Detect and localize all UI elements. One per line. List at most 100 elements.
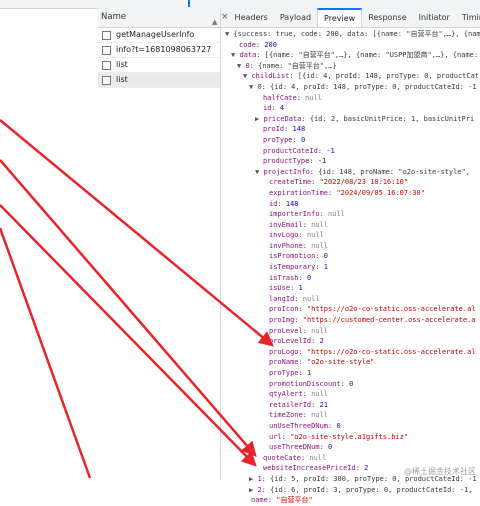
- json-line-text: proId: 148: [263, 125, 306, 134]
- close-icon[interactable]: ×: [221, 8, 229, 27]
- tab-headers[interactable]: Headers: [229, 9, 274, 27]
- json-line: expirationTime: "2024/09/05 16:07:30": [221, 188, 480, 199]
- json-line-text: projectInfo: {id: 148, proName: "o2o-sit…: [263, 167, 470, 176]
- name-header-label: Name: [101, 12, 127, 22]
- request-row[interactable]: list: [98, 58, 220, 73]
- json-line-text: langId: null: [269, 294, 320, 303]
- detail-tabbar: × Headers Payload Preview Response Initiator…: [221, 8, 480, 28]
- json-line-text: proLevelId: 2: [269, 337, 324, 346]
- tab-response[interactable]: Response: [362, 9, 412, 27]
- json-line: id: 4: [221, 103, 480, 114]
- json-line-text: code: 200: [239, 40, 277, 49]
- json-line-text: invPhone: null: [269, 241, 329, 250]
- json-line: createTime: "2022/08/23 10:16:10": [221, 177, 480, 188]
- request-label: list: [116, 75, 128, 84]
- watermark-text: @稀土掘金技术社区: [404, 467, 476, 476]
- tab-preview[interactable]: Preview: [317, 8, 363, 27]
- request-checkbox[interactable]: [102, 60, 111, 70]
- json-line: proIcon: "https://o2o-co-static.oss-acce…: [221, 304, 480, 315]
- json-line: invLogo: null: [221, 230, 480, 241]
- json-line-text: childList: [{id: 4, proId: 148, proType:…: [251, 72, 480, 81]
- json-line: qtyAlert: null: [221, 389, 480, 400]
- json-line[interactable]: ▶ 2: {id: 6, proId: 3, proType: 0, produ…: [221, 485, 480, 496]
- tab-initiator[interactable]: Initiator: [413, 9, 456, 27]
- json-line-text: productCateId: -1: [263, 146, 335, 155]
- json-line: productCateId: -1: [221, 146, 480, 157]
- json-line: proImg: "https://customed-center.oss-acc…: [221, 315, 480, 326]
- json-line-text: proImg: "https://customed-center.oss-acc…: [269, 316, 476, 325]
- json-line: isUse: 1: [221, 283, 480, 294]
- left-blank-area: [0, 0, 98, 480]
- json-line-text: quoteCate: null: [263, 453, 327, 462]
- request-checkbox[interactable]: [102, 45, 111, 55]
- tab-list: Headers Payload Preview Response Initiator Ti…: [229, 8, 480, 27]
- request-row[interactable]: list: [98, 73, 220, 88]
- json-line-text: invEmail: null: [269, 220, 329, 229]
- json-line-text: proName: "o2o-site-style": [269, 358, 375, 367]
- json-line[interactable]: ▼ {success: true, code: 200, data: [{nam…: [221, 29, 480, 40]
- json-line-text: timeZone: null: [269, 411, 329, 420]
- json-line-text: proType: 1: [269, 369, 312, 377]
- json-line-text: id: 4: [263, 104, 285, 113]
- request-row[interactable]: getManageUserInfo: [98, 28, 220, 43]
- json-line: proType: 1: [221, 368, 480, 379]
- tab-payload[interactable]: Payload: [274, 9, 317, 27]
- json-line: name: "自营平台": [221, 495, 480, 506]
- json-line-text: isPromotion: 0: [269, 252, 329, 261]
- expand-right-icon[interactable]: ▶: [249, 486, 257, 494]
- json-line: useThreeDNum: 0: [221, 442, 480, 453]
- json-line: importerInfo: null: [221, 209, 480, 220]
- json-line: isTemporary: 1: [221, 262, 480, 273]
- json-line: proType: 0: [221, 135, 480, 146]
- json-line-text: qtyAlert: null: [269, 390, 329, 399]
- request-checkbox[interactable]: [102, 30, 111, 40]
- json-line-text: promotionDiscount: 0: [269, 379, 354, 388]
- json-line: code: 200: [221, 40, 480, 51]
- json-line[interactable]: ▶ priceData: {id: 2, basicUnitPrice: 1, …: [221, 114, 480, 125]
- json-line: proLogo: "https://o2o-co-static.oss-acce…: [221, 347, 480, 358]
- request-row[interactable]: info?t=1681098063727: [98, 43, 220, 58]
- json-line-text: websiteIncreasePriceId: 2: [263, 464, 369, 473]
- json-line: id: 148: [221, 199, 480, 210]
- json-line-text: priceData: {id: 2, basicUnitPrice: 1, ba…: [263, 114, 475, 123]
- json-line: unUseThreeDNum: 0: [221, 421, 480, 432]
- json-line-text: importerInfo: null: [269, 210, 345, 219]
- json-line-text: invLogo: null: [269, 231, 324, 240]
- json-line-text: proIcon: "https://o2o-co-static.oss-acce…: [269, 305, 476, 314]
- json-line-text: data: [{name: "自营平台",…}, {name: "USPP加盟商…: [239, 51, 479, 60]
- json-line[interactable]: ▼ projectInfo: {id: 148, proName: "o2o-s…: [221, 167, 480, 178]
- json-line-text: id: 148: [269, 199, 299, 208]
- json-line[interactable]: ▼ 0: {id: 4, proId: 148, proType: 0, pro…: [221, 82, 480, 93]
- json-line-text: expirationTime: "2024/09/05 16:07:30": [269, 188, 425, 197]
- json-line: retailerId: 21: [221, 400, 480, 411]
- json-line-text: proType: 0: [263, 135, 306, 144]
- json-line-text: proLevel: null: [269, 326, 329, 335]
- json-line-text: unUseThreeDNum: 0: [269, 421, 341, 430]
- json-line[interactable]: ▼ data: [{name: "自营平台",…}, {name: "USPP加…: [221, 50, 480, 61]
- json-line: proLevel: null: [221, 326, 480, 337]
- request-label: list: [116, 60, 128, 69]
- json-line-text: {success: true, code: 200, data: [{name:…: [233, 30, 480, 38]
- json-line: promotionDiscount: 0: [221, 379, 480, 390]
- json-line: productType: -1: [221, 156, 480, 167]
- json-line: url: "o2o-site-style.a1gifts.biz": [221, 432, 480, 443]
- json-line: quoteCate: null: [221, 453, 480, 464]
- json-line-text: proLogo: "https://o2o-co-static.oss-acce…: [269, 347, 476, 356]
- scroll-up-icon[interactable]: ▲: [212, 13, 218, 26]
- json-line[interactable]: ▼ childList: [{id: 4, proId: 148, proTyp…: [221, 71, 480, 82]
- json-line-text: isTemporary: 1: [269, 263, 329, 272]
- json-line: isTrash: 0: [221, 273, 480, 284]
- json-line: proId: 148: [221, 124, 480, 135]
- name-column-header[interactable]: Name ▲: [98, 8, 220, 28]
- json-line: invPhone: null: [221, 241, 480, 252]
- json-line-text: 2: {id: 6, proId: 3, proType: 0, product…: [257, 485, 473, 494]
- tab-timing[interactable]: Timing: [456, 9, 480, 27]
- json-line-text: 0: {id: 4, proId: 148, proType: 0, produ…: [257, 82, 477, 91]
- request-list-pane: Name ▲ getManageUserInfo info?t=168109806…: [98, 8, 221, 480]
- request-detail-pane: × Headers Payload Preview Response Initiator…: [221, 8, 480, 504]
- request-checkbox[interactable]: [102, 75, 111, 85]
- json-line[interactable]: ▼ 0: {name: "自营平台",…}: [221, 61, 480, 72]
- json-line-text: useThreeDNum: 0: [269, 443, 333, 452]
- json-line: invEmail: null: [221, 220, 480, 231]
- request-label: getManageUserInfo: [116, 30, 195, 39]
